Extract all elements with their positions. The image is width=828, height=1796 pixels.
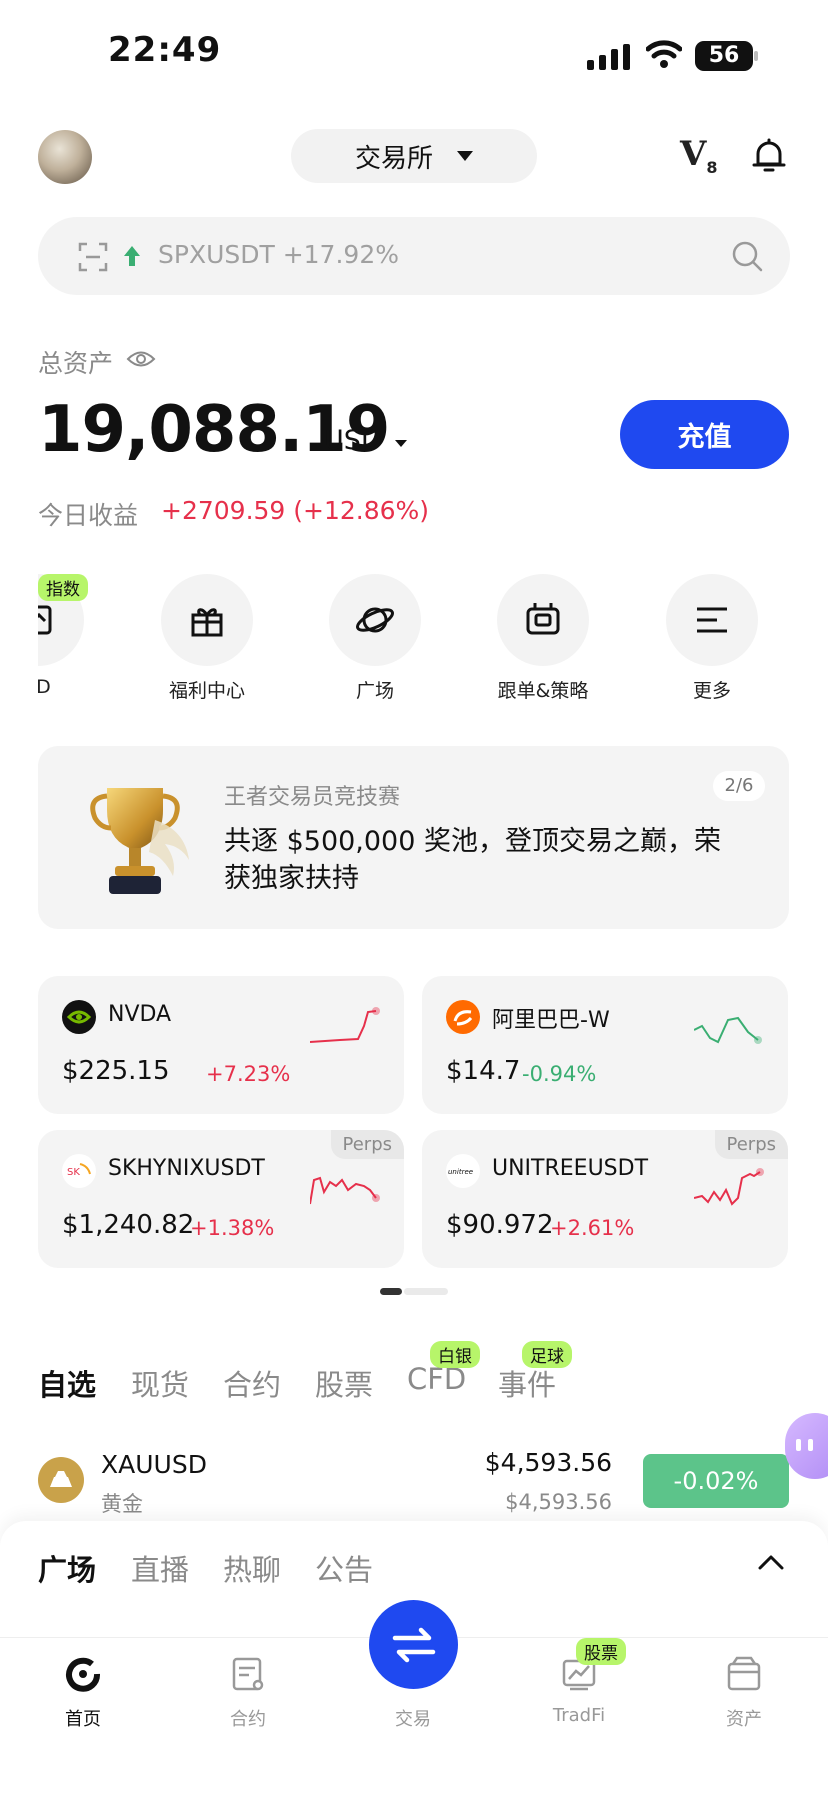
watchlist-symbol[interactable]: XAUUSD [101,1450,207,1479]
ticker-card-nvda[interactable]: NVDA $225.15 +7.23% [38,976,404,1114]
alibaba-logo-icon [446,1000,480,1034]
sparkline-chart [694,1168,764,1206]
sparkline-chart [694,1016,762,1044]
ticker-price: $225.15 [62,1056,170,1086]
sparkline-chart [310,1007,380,1043]
nav-home[interactable]: 首页 [33,1705,133,1731]
bot-icon[interactable] [497,574,589,666]
ticker-change: +2.61% [550,1216,635,1240]
ticker-change: -0.94% [522,1062,597,1086]
tab-chat[interactable]: 热聊 [223,1547,281,1589]
carousel-dot [404,1288,448,1295]
gold-bar-icon [38,1457,84,1503]
wallet-icon[interactable] [725,1655,763,1693]
battery-cap [754,51,758,61]
tab-square[interactable]: 广场 [38,1547,96,1589]
carousel-dot-active [380,1288,402,1295]
tab-favorites[interactable]: 自选 [38,1362,96,1404]
perps-tag: Perps [714,1130,788,1159]
tab-futures[interactable]: 合约 [223,1362,281,1404]
deposit-button[interactable]: 充值 [620,400,789,469]
unitree-logo-icon: unitree [446,1154,480,1188]
caret-down-icon[interactable] [395,440,407,447]
watchlist-price: $4,593.56 [484,1448,612,1477]
svg-text:unitree: unitree [448,1168,473,1176]
home-icon[interactable] [64,1655,102,1693]
nav-assets[interactable]: 资产 [694,1705,794,1731]
ticker-symbol: 阿里巴巴-W [492,1008,610,1033]
vip-label: V [680,134,707,174]
ticker-card-alibaba[interactable]: 阿里巴巴-W $14.7 -0.94% [422,976,788,1114]
football-badge: 足球 [522,1341,572,1368]
exchange-label: 交易所 [354,143,433,174]
watchlist-sub-price: $4,593.56 [505,1490,612,1514]
avatar[interactable] [38,130,92,184]
ticker-card-unitree[interactable]: Perps unitree UNITREEUSDT $90.972 +2.61% [422,1130,788,1268]
caret-down-icon [457,151,473,161]
vip-level: 8 [706,157,718,177]
today-pnl-label: 今日收益 [38,501,139,530]
total-assets-label: 总资产 [38,349,114,378]
scan-icon[interactable] [78,242,108,272]
nvidia-logo-icon [62,1000,96,1034]
quick-action-label[interactable]: 福利中心 [127,676,287,703]
watchlist-change-badge[interactable]: -0.02% [643,1454,789,1508]
trend-up-icon [124,246,140,266]
ticker-symbol: SKHYNIXUSDT [108,1156,265,1181]
planet-icon[interactable] [329,574,421,666]
tab-announcements[interactable]: 公告 [315,1547,373,1589]
tab-spot[interactable]: 现货 [131,1362,189,1404]
gift-icon[interactable] [161,574,253,666]
ticker-symbol: NVDA [108,1002,172,1027]
vip-badge[interactable]: V8 [680,134,718,177]
quick-action-label[interactable]: 广场 [295,676,455,703]
today-pnl-value: +2709.59 (+12.86%) [161,496,430,525]
ticker-price: $90.972 [446,1210,554,1240]
banner-body: 共逐 $500,000 奖池，登顶交易之巅，荣获独家扶持 [224,826,721,894]
battery-indicator: 56 [695,41,753,71]
nav-trade[interactable]: 交易 [363,1705,463,1731]
futures-icon[interactable] [229,1655,267,1693]
index-badge: 指数 [38,574,88,601]
assistant-float-button[interactable] [785,1413,828,1479]
banner-title: 王者交易员竞技赛 [224,785,401,810]
wifi-icon [646,40,682,68]
search-bar[interactable] [38,217,790,295]
quick-action-label[interactable]: 更多 [632,676,792,703]
banner-page-indicator: 2/6 [713,771,765,801]
search-icon[interactable] [731,240,763,272]
watchlist-name: 黄金 [101,1492,143,1516]
nav-tradfi[interactable]: TradFi [529,1705,629,1726]
tab-events[interactable]: 事件 [498,1362,556,1404]
perps-tag: Perps [330,1130,404,1159]
ticker-price: $1,240.82 [62,1210,195,1240]
menu-icon[interactable] [666,574,758,666]
tab-stocks[interactable]: 股票 [315,1362,373,1404]
exchange-switcher[interactable]: 交易所 [291,129,537,183]
ticker-change: +1.38% [190,1216,275,1240]
cellular-signal-icon [587,44,630,70]
quick-action-label[interactable]: 跟单&策略 [463,676,623,703]
status-time: 22:49 [108,30,222,70]
silver-badge: 白银 [430,1341,480,1368]
nav-futures[interactable]: 合约 [198,1705,298,1731]
bell-icon[interactable] [752,138,786,174]
chevron-up-icon[interactable] [756,1550,786,1574]
svg-text:SK: SK [67,1167,80,1178]
tab-live[interactable]: 直播 [131,1547,189,1589]
ticker-price: $14.7 [446,1056,521,1086]
ticker-card-skhynix[interactable]: Perps SK SKHYNIXUSDT $1,240.82 +1.38% [38,1130,404,1268]
currency-unit[interactable]: USD [324,425,382,456]
eye-icon[interactable] [126,348,156,370]
skhynix-logo-icon: SK [62,1154,96,1188]
ticker-change: +7.23% [206,1062,291,1086]
swap-icon [392,1627,435,1662]
sparkline-chart [310,1176,380,1205]
trophy-icon [90,788,189,894]
ticker-symbol: UNITREEUSDT [492,1156,649,1181]
quick-action-label: FD [38,676,51,698]
stocks-badge: 股票 [576,1638,626,1665]
trade-button[interactable] [369,1600,458,1689]
search-hint[interactable]: SPXUSDT +17.92% [158,240,399,269]
